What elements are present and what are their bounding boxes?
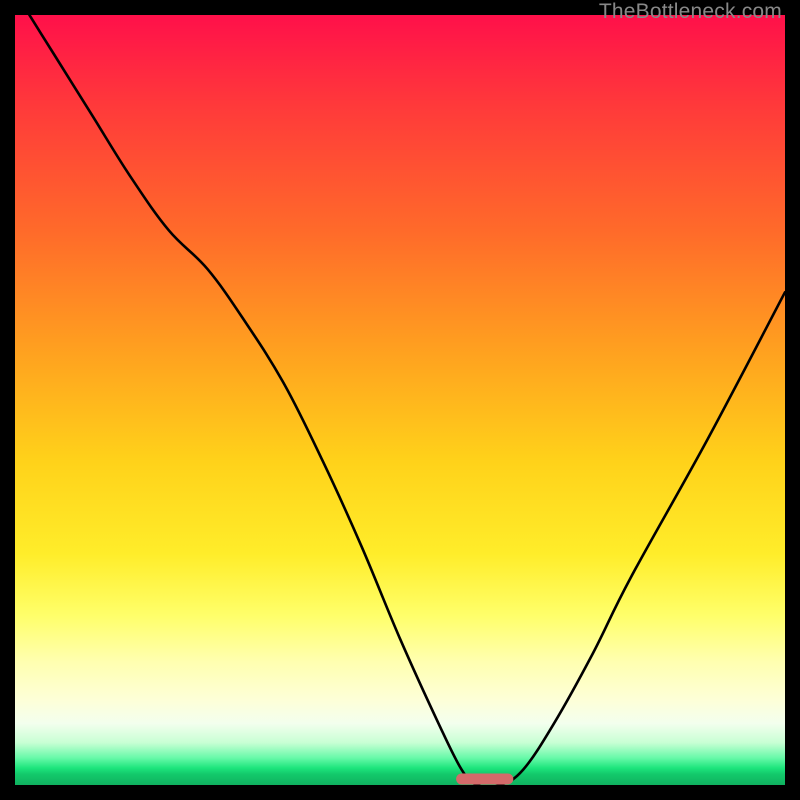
curve-layer xyxy=(15,15,785,785)
chart-frame: TheBottleneck.com xyxy=(0,0,800,800)
plot-area xyxy=(15,15,785,785)
watermark-text: TheBottleneck.com xyxy=(599,0,782,24)
bottleneck-curve xyxy=(15,15,785,785)
